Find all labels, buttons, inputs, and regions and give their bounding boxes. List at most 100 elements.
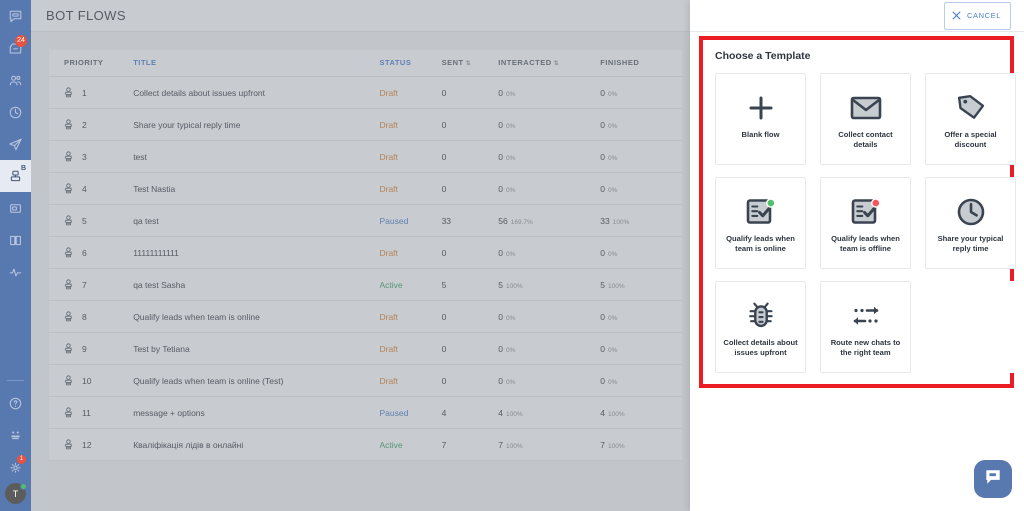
priority-handle-icon — [65, 439, 72, 450]
cell-title[interactable]: 11111111111 — [133, 236, 380, 269]
interacted-value: 0 — [498, 311, 504, 322]
cell-title[interactable]: message + options — [133, 396, 380, 429]
apps-icon — [8, 428, 23, 443]
avatar[interactable]: T — [5, 483, 27, 504]
cell-priority: 1 — [49, 76, 134, 109]
finished-value: 4 — [600, 407, 605, 418]
template-card-collect-issue-details[interactable]: Collect details about issues upfront — [715, 281, 806, 373]
cell-sent: 0 — [441, 172, 499, 205]
sent-value: 0 — [441, 151, 447, 162]
sidebar-item-knowledge-base[interactable] — [0, 224, 31, 256]
table-row[interactable]: 4 Test Nastia Draft 0 0 0% 0 0% — [49, 172, 682, 205]
table-row[interactable]: 1 Collect details about issues upfront Dra… — [49, 76, 682, 109]
cell-title[interactable]: Qualify leads when team is online — [133, 300, 380, 333]
priority-value: 4 — [82, 183, 87, 194]
template-card-blank-flow[interactable]: Blank flow — [715, 73, 806, 165]
table-row[interactable]: 6 11111111111 Draft 0 0 0% 0 0% — [49, 236, 682, 269]
finished-value: 0 — [600, 343, 605, 354]
column-header-title[interactable]: TITLE — [133, 50, 380, 77]
sidebar-item-settings[interactable]: 1 — [0, 451, 31, 483]
cell-title[interactable]: Test by Tetiana — [133, 332, 380, 365]
table-row[interactable]: 7 qa test Sasha Active 5 5 100% 5 100% — [49, 268, 682, 301]
cell-title[interactable]: test — [133, 140, 380, 173]
template-card-qualify-leads-offline[interactable]: Qualify leads when team is offline — [820, 177, 911, 269]
status-badge: Draft — [379, 343, 398, 354]
cell-title[interactable]: Share your typical reply time — [133, 108, 380, 141]
table-row[interactable]: 3 test Draft 0 0 0% 0 0% — [49, 140, 682, 173]
cell-finished: 0 0% — [600, 140, 682, 173]
template-card-share-reply-time[interactable]: Share your typical reply time — [925, 177, 1016, 269]
table-row[interactable]: 2 Share your typical reply time Draft 0 0 0% 0… — [49, 108, 682, 141]
sidebar-item-history[interactable] — [0, 96, 31, 128]
interacted-value: 0 — [498, 247, 504, 258]
sidebar-item-reports[interactable] — [0, 256, 31, 288]
cell-priority: 11 — [49, 396, 134, 429]
interacted-value: 5 — [498, 279, 504, 290]
sidebar-item-saved-replies[interactable] — [0, 192, 31, 224]
table-row[interactable]: 12 Кваліфікація лідів в онлайні Active 7 7 10… — [49, 428, 682, 461]
sidebar-item-chats[interactable] — [0, 0, 31, 32]
cell-title[interactable]: Collect details about issues upfront — [133, 76, 380, 109]
cell-priority: 8 — [49, 300, 134, 333]
cancel-button[interactable]: CANCEL — [943, 1, 1011, 30]
cell-interacted: 0 0% — [498, 332, 601, 365]
column-header-sent[interactable]: SENT ⇅ — [441, 50, 499, 77]
cell-interacted: 56 169.7% — [498, 204, 601, 237]
sort-icon-sent[interactable]: ⇅ — [466, 61, 472, 67]
sent-value: 33 — [441, 215, 452, 226]
table-row[interactable]: 9 Test by Tetiana Draft 0 0 0% 0 0% — [49, 332, 682, 365]
cell-priority: 7 — [49, 268, 134, 301]
status-badge: Paused — [379, 215, 409, 226]
cell-sent: 0 — [441, 140, 499, 173]
column-header-status[interactable]: STATUS — [379, 50, 442, 77]
window-icon — [8, 201, 23, 216]
chat-launcher-button[interactable] — [974, 460, 1012, 498]
table-row[interactable]: 5 qa test Paused 33 56 169.7% 33 100% — [49, 204, 682, 237]
column-label-interacted: INTERACTED — [498, 58, 552, 67]
cell-status: Paused — [379, 396, 442, 429]
template-card-collect-contact[interactable]: Collect contact details — [820, 73, 911, 165]
cell-title[interactable]: Test Nastia — [133, 172, 380, 205]
sidebar-item-apps[interactable] — [0, 419, 31, 451]
cell-title[interactable]: Кваліфікація лідів в онлайні — [133, 428, 380, 461]
priority-handle-icon — [65, 215, 72, 226]
status-badge: Active — [379, 279, 403, 290]
cell-interacted: 0 0% — [498, 364, 601, 397]
sort-icon-interacted[interactable]: ⇅ — [554, 61, 560, 67]
finished-percent: 100% — [608, 282, 625, 290]
template-card-route-new-chats[interactable]: Route new chats to the right team — [820, 281, 911, 373]
cell-title[interactable]: qa test Sasha — [133, 268, 380, 301]
table-head: PRIORITY TITLE STATUS SENT ⇅ INTERACTED ⇅ … — [49, 50, 682, 77]
table-row[interactable]: 10 Qualify leads when team is online (Tes… — [49, 364, 682, 397]
interacted-percent: 0% — [506, 314, 516, 322]
sidebar-item-help[interactable] — [0, 387, 31, 419]
interacted-percent: 0% — [506, 250, 516, 258]
sidebar-item-bot-flows[interactable]: B — [0, 160, 31, 192]
sidebar-item-campaigns[interactable] — [0, 128, 31, 160]
template-chooser: Choose a Template Blank flow Collect cont… — [703, 40, 1016, 383]
sidebar-item-contacts[interactable] — [0, 64, 31, 96]
priority-handle-icon — [65, 119, 72, 130]
sent-value: 0 — [441, 119, 447, 130]
table-row[interactable]: 11 message + options Paused 4 4 100% 4 100% — [49, 396, 682, 429]
interacted-percent: 169.7% — [510, 218, 533, 226]
column-header-interacted[interactable]: INTERACTED ⇅ — [498, 50, 601, 77]
column-header-priority[interactable]: PRIORITY — [49, 50, 134, 77]
people-icon — [8, 73, 23, 88]
table-row[interactable]: 8 Qualify leads when team is online Draft 0… — [49, 300, 682, 333]
cell-title[interactable]: qa test — [133, 204, 380, 237]
template-card-qualify-leads-online[interactable]: Qualify leads when team is online — [715, 177, 806, 269]
cell-sent: 0 — [441, 236, 499, 269]
template-card-offer-discount[interactable]: Offer a special discount — [925, 73, 1016, 165]
priority-value: 3 — [82, 151, 87, 162]
sidebar-item-inbox[interactable]: 24 — [0, 32, 31, 64]
cell-status: Paused — [379, 204, 442, 237]
interacted-value: 0 — [498, 343, 504, 354]
template-grid-filler — [925, 281, 1016, 373]
column-header-finished[interactable]: FINISHED — [600, 50, 682, 77]
bot-flows-table: PRIORITY TITLE STATUS SENT ⇅ INTERACTED ⇅ … — [49, 50, 682, 461]
column-label-finished: FINISHED — [600, 58, 640, 67]
interacted-percent: 0% — [506, 378, 516, 386]
cell-interacted: 0 0% — [498, 236, 601, 269]
cell-title[interactable]: Qualify leads when team is online (Test) — [133, 364, 380, 397]
